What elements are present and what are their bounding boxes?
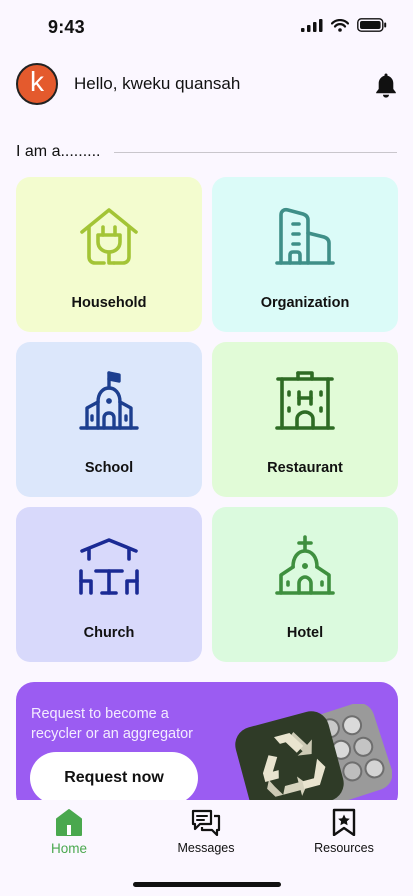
notification-bell-icon[interactable]: [375, 72, 397, 98]
church-pavilion-icon: [79, 538, 139, 595]
nav-item-resources[interactable]: Resources: [289, 808, 399, 855]
category-label: Organization: [260, 295, 350, 311]
promo-text: Request to become a recycler or an aggre…: [31, 706, 193, 742]
avatar[interactable]: k: [16, 63, 58, 105]
nav-label: Home: [50, 841, 87, 856]
bookmark-star-icon: [332, 808, 356, 836]
school-building-icon: [79, 371, 139, 430]
cellular-signal-icon: [301, 18, 323, 32]
home-icon: [56, 809, 82, 836]
hotel-building-icon: [275, 371, 335, 430]
category-label: School: [84, 460, 134, 476]
nav-label: Resources: [314, 841, 374, 855]
messages-icon: [191, 809, 221, 836]
house-plug-icon: [80, 208, 138, 265]
section-divider: [114, 151, 397, 153]
category-label: Household: [71, 295, 147, 311]
recycler-request-banner: Request to become a recycler or an aggre…: [16, 682, 398, 812]
home-indicator: [133, 882, 281, 887]
status-bar: 9:43: [0, 0, 413, 56]
category-label: Hotel: [286, 625, 324, 641]
nav-label: Messages: [177, 841, 235, 855]
header: k Hello, kweku quansah: [16, 62, 397, 106]
status-time: 9:43: [48, 17, 85, 37]
nav-item-messages[interactable]: Messages: [151, 808, 261, 855]
category-card-restaurant[interactable]: Restaurant: [212, 342, 398, 497]
category-card-hotel[interactable]: Hotel: [212, 507, 398, 662]
category-card-organization[interactable]: Organization: [212, 177, 398, 332]
section-heading-row: I am a.........: [16, 142, 397, 162]
category-card-school[interactable]: School: [16, 342, 202, 497]
category-label: Church: [83, 625, 135, 641]
section-label: I am a.........: [16, 143, 101, 160]
chapel-icon: [275, 535, 335, 595]
office-building-icon: [275, 207, 335, 265]
battery-icon: [357, 18, 387, 32]
category-card-household[interactable]: Household: [16, 177, 202, 332]
greeting-text: Hello, kweku quansah: [74, 74, 241, 93]
nav-item-home[interactable]: Home: [14, 808, 124, 856]
wifi-icon: [331, 18, 349, 32]
category-label: Restaurant: [267, 460, 343, 476]
category-card-church[interactable]: Church: [16, 507, 202, 662]
status-icons: [301, 18, 387, 32]
request-now-button[interactable]: Request now: [30, 752, 198, 804]
category-grid: Household Organization School Restaurant…: [16, 177, 398, 662]
recycling-image: [235, 704, 392, 812]
